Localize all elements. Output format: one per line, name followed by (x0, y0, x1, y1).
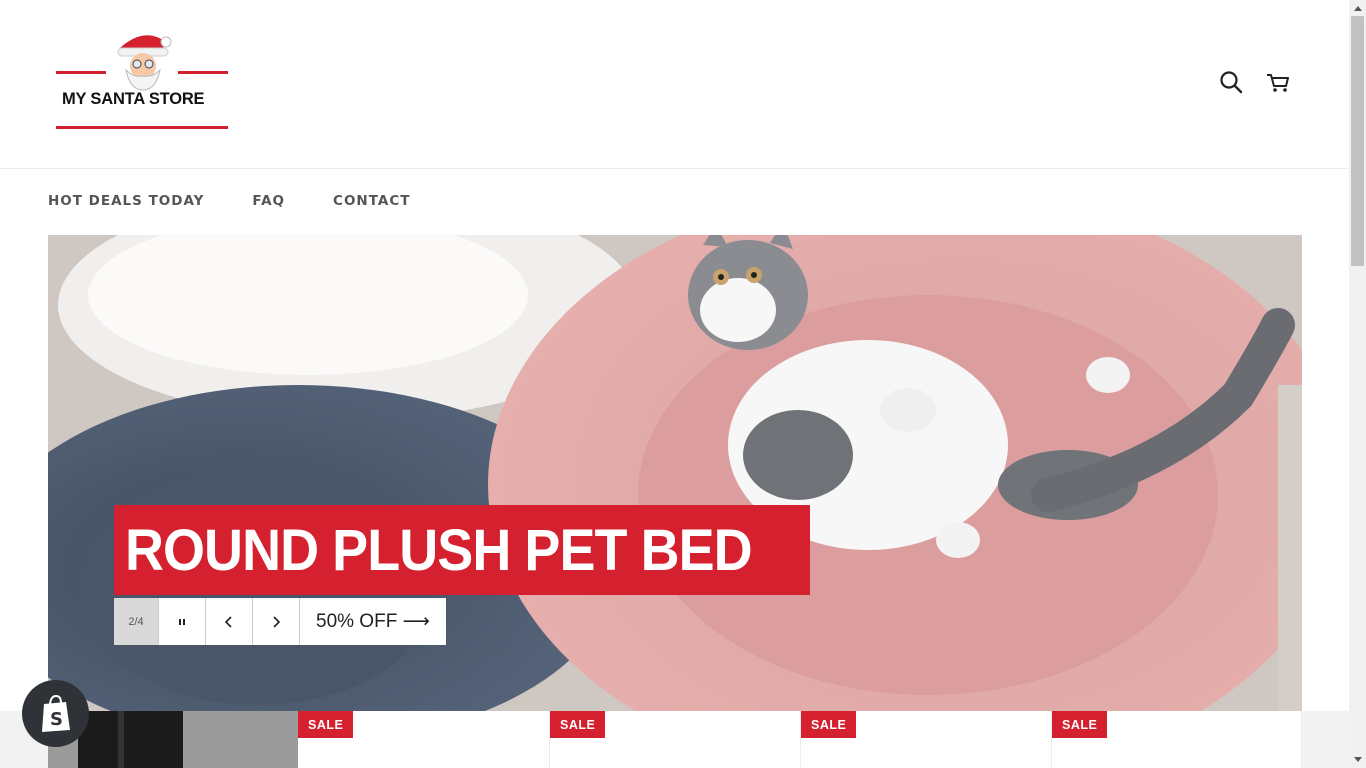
hero-slideshow: ROUND PLUSH PET BED 2/4 50% OFF ⟶ (48, 235, 1302, 711)
nav-item-faq[interactable]: FAQ (252, 193, 285, 213)
sale-badge: SALE (550, 711, 606, 738)
svg-text:S: S (50, 709, 63, 730)
prev-slide-button[interactable] (205, 598, 252, 645)
slide-controls: 2/4 50% OFF ⟶ (114, 598, 446, 645)
nav-item-contact[interactable]: CONTACT (333, 193, 410, 213)
product-card[interactable]: SALE (550, 711, 801, 768)
product-card[interactable]: SALE (1052, 711, 1302, 768)
sale-badge: SALE (298, 711, 354, 738)
product-card[interactable]: SALE (801, 711, 1052, 768)
sale-badge: SALE (801, 711, 857, 738)
search-icon[interactable] (1217, 68, 1245, 96)
next-slide-button[interactable] (252, 598, 299, 645)
nav-item-hot-deals[interactable]: HOT DEALS TODAY (48, 193, 204, 213)
chevron-left-icon (224, 615, 232, 628)
cart-icon[interactable] (1264, 68, 1292, 96)
product-card[interactable]: SALE (298, 711, 550, 768)
product-grid: SALE SALE SALE SALE (0, 711, 1349, 768)
pause-icon (179, 618, 185, 625)
slide-title: ROUND PLUSH PET BED (125, 517, 753, 583)
pause-button[interactable] (158, 598, 205, 645)
slide-counter: 2/4 (114, 598, 158, 645)
store-logo[interactable] (54, 28, 230, 134)
shopify-chat-button[interactable]: S (22, 680, 89, 747)
slide-cta-link[interactable]: 50% OFF ⟶ (299, 598, 446, 645)
shopify-bag-icon: S (41, 694, 70, 732)
slide-title-box: ROUND PLUSH PET BED (114, 505, 810, 595)
page: MY SANTA STORE HOT DEALS TODAY FAQ CONTA… (0, 0, 1349, 768)
store-name: MY SANTA STORE (62, 90, 205, 108)
scrollbar-thumb[interactable] (1351, 16, 1364, 266)
scroll-up-arrow[interactable] (1349, 0, 1366, 16)
scroll-down-arrow[interactable] (1349, 752, 1366, 768)
santa-face-icon (56, 35, 228, 129)
site-header: MY SANTA STORE (0, 0, 1349, 169)
sale-badge: SALE (1052, 711, 1108, 738)
chevron-right-icon (273, 615, 281, 628)
main-nav: HOT DEALS TODAY FAQ CONTACT (48, 193, 410, 213)
